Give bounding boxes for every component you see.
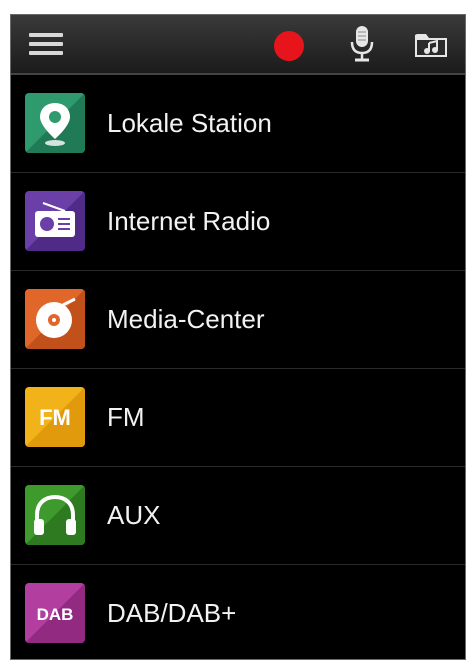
dab-icon: DAB <box>25 583 85 643</box>
app-screen: Lokale Station Internet Radio Media-Cent… <box>10 14 466 660</box>
hamburger-menu-icon[interactable] <box>29 33 63 55</box>
menu-item-media-center[interactable]: Media-Center <box>11 271 465 369</box>
disc-icon <box>25 289 85 349</box>
fm-icon: FM <box>25 387 85 447</box>
fm-icon-text: FM <box>39 405 71 430</box>
dab-icon-text: DAB <box>37 605 74 624</box>
menu-item-fm[interactable]: FM FM <box>11 369 465 467</box>
menu-item-label: DAB/DAB+ <box>107 598 237 628</box>
music-folder-icon[interactable] <box>413 29 449 61</box>
menu-item-lokale-station[interactable]: Lokale Station <box>11 75 465 173</box>
source-menu-list: Lokale Station Internet Radio Media-Cent… <box>11 75 465 659</box>
menu-item-label: Media-Center <box>107 304 265 334</box>
microphone-icon[interactable] <box>349 25 375 63</box>
record-icon[interactable] <box>274 31 304 61</box>
location-pin-icon <box>25 93 85 153</box>
menu-item-label: AUX <box>107 500 161 530</box>
menu-item-label: FM <box>107 402 145 432</box>
menu-item-dab[interactable]: DAB DAB/DAB+ <box>11 565 465 659</box>
top-toolbar <box>11 15 465 75</box>
menu-item-aux[interactable]: AUX <box>11 467 465 565</box>
menu-item-internet-radio[interactable]: Internet Radio <box>11 173 465 271</box>
menu-item-label: Internet Radio <box>107 206 271 236</box>
headphones-icon <box>25 485 85 545</box>
menu-item-label: Lokale Station <box>107 108 272 138</box>
radio-icon <box>25 191 85 251</box>
